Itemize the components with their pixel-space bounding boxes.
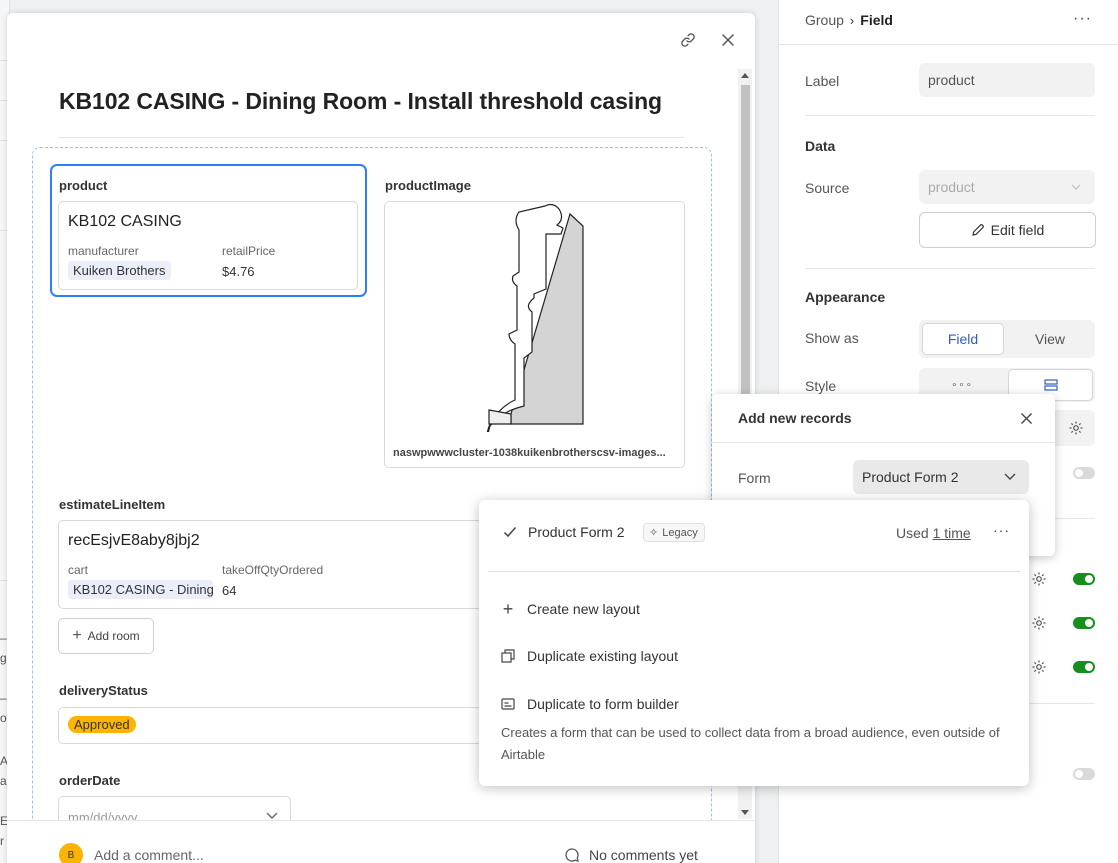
more-options-icon[interactable]: ··· [993,522,1010,538]
form-builder-description: Creates a form that can be used to colle… [501,725,1000,762]
edit-field-button[interactable]: Edit field [919,212,1096,248]
close-icon[interactable] [1017,409,1035,427]
menu-item-current-form[interactable]: Product Form 2 ✧ Legacy Used 1 time ··· [479,514,1029,554]
scroll-up-icon[interactable] [741,73,749,78]
gear-icon[interactable] [1031,571,1047,587]
comment-bar: B Add a comment... No comments yet [7,820,755,863]
data-section-heading: Data [805,138,836,154]
setting-toggle-1[interactable] [1073,467,1095,479]
setting-toggle-4[interactable] [1073,661,1095,673]
cart-chip: KB102 CASING - Dining Room [68,580,213,599]
plus-icon: + [502,599,514,619]
retail-price-value: $4.76 [222,264,255,279]
form-icon [501,698,515,710]
setting-toggle-5[interactable] [1073,768,1095,780]
create-new-layout-item[interactable]: + Create new layout [501,600,640,618]
usage-count: Used 1 time [896,525,971,541]
duplicate-existing-label: Duplicate existing layout [527,648,678,664]
product-image-card[interactable]: naswpwwwcluster-1038kuikenbrotherscsv-im… [384,201,685,468]
duplicate-to-form-builder-item[interactable]: Duplicate to form builder [501,696,679,712]
check-icon [503,527,517,538]
form-select-value: Product Form 2 [862,469,959,485]
show-as-field-option[interactable]: Field [922,323,1004,355]
usage-prefix: Used [896,525,929,541]
breadcrumb-current: Field [860,12,893,28]
chevron-down-icon [1004,473,1016,480]
source-value: product [928,179,975,195]
gear-icon[interactable] [1031,615,1047,631]
duplicate-existing-layout-item[interactable]: Duplicate existing layout [501,648,678,664]
delivery-status-field-label: deliveryStatus [59,683,148,698]
retail-price-label: retailPrice [222,244,276,258]
legacy-badge: ✧ Legacy [643,523,705,542]
scrollbar-thumb[interactable] [741,85,750,425]
product-field-label: product [59,178,108,193]
status-badge: Approved [68,716,136,733]
manufacturer-chip: Kuiken Brothers [68,261,171,280]
setting-toggle-3[interactable] [1073,617,1095,629]
style-caption: Style [805,378,837,394]
plus-icon: + [72,627,82,644]
current-form-name: Product Form 2 [528,524,625,540]
cart-label: cart [68,563,89,577]
label-caption: Label [805,73,840,89]
scroll-down-icon[interactable] [741,810,749,815]
close-icon[interactable] [719,31,737,49]
chevron-right-icon: › [849,12,855,28]
popup-title: Add new records [738,410,852,426]
show-as-view-option[interactable]: View [1008,323,1092,355]
usage-link[interactable]: 1 time [933,525,971,541]
show-as-toggle-group: Field View [919,320,1095,358]
add-room-button[interactable]: + Add room [58,618,154,654]
compact-list-icon: ∘∘∘ [951,379,973,391]
edit-field-label: Edit field [990,222,1045,238]
comments-status: No comments yet [589,847,698,863]
appearance-section-heading: Appearance [805,289,886,305]
estimate-card-title: recEsjvE8aby8jbj2 [68,532,200,549]
source-select[interactable]: product [919,170,1095,204]
product-image-field-label: productImage [385,178,471,193]
breadcrumb-parent[interactable]: Group [805,12,844,28]
label-input[interactable]: product [919,63,1095,97]
show-as-caption: Show as [805,330,859,346]
pencil-icon [971,224,984,236]
delivery-status-select[interactable]: Approved [58,707,528,744]
order-date-field-label: orderDate [59,773,121,788]
duplicate-icon [501,649,515,663]
form-caption: Form [738,470,771,486]
avatar: B [59,843,83,863]
more-options-icon[interactable]: ··· [1073,10,1092,28]
title-divider [59,137,684,138]
comment-icon [565,848,579,862]
comment-input[interactable]: Add a comment... [94,847,204,863]
form-select[interactable]: Product Form 2 [853,460,1029,494]
copy-link-icon[interactable] [679,31,697,49]
estimate-line-item-card[interactable]: recEsjvE8aby8jbj2 cart KB102 CASING - Di… [58,520,528,609]
product-linked-record-card[interactable]: KB102 CASING manufacturer Kuiken Brother… [58,201,358,290]
manufacturer-label: manufacturer [68,244,139,258]
create-new-label: Create new layout [527,601,640,617]
record-title: KB102 CASING - Dining Room - Install thr… [59,88,662,114]
casing-profile-image [385,202,684,432]
take-off-qty-label: takeOffQtyOrdered [222,563,324,577]
breadcrumb: Group › Field [805,12,893,28]
estimate-line-item-field-label: estimateLineItem [59,497,166,512]
product-card-title: KB102 CASING [68,213,182,230]
chevron-down-icon [1071,184,1081,190]
legacy-badge-label: Legacy [662,526,698,539]
image-filename: naswpwwwcluster-1038kuikenbrotherscsv-im… [393,447,666,459]
gear-icon[interactable] [1068,420,1084,436]
gear-icon[interactable] [1031,659,1047,675]
sparkle-icon: ✧ [649,527,659,539]
duplicate-builder-label: Duplicate to form builder [527,696,679,712]
setting-toggle-2[interactable] [1073,573,1095,585]
chevron-down-icon [266,812,278,819]
stacked-rows-icon [1043,379,1058,391]
form-layout-menu: Product Form 2 ✧ Legacy Used 1 time ··· … [479,500,1029,786]
source-caption: Source [805,180,850,196]
take-off-qty-value: 64 [222,583,237,598]
add-room-label: Add room [87,629,140,643]
